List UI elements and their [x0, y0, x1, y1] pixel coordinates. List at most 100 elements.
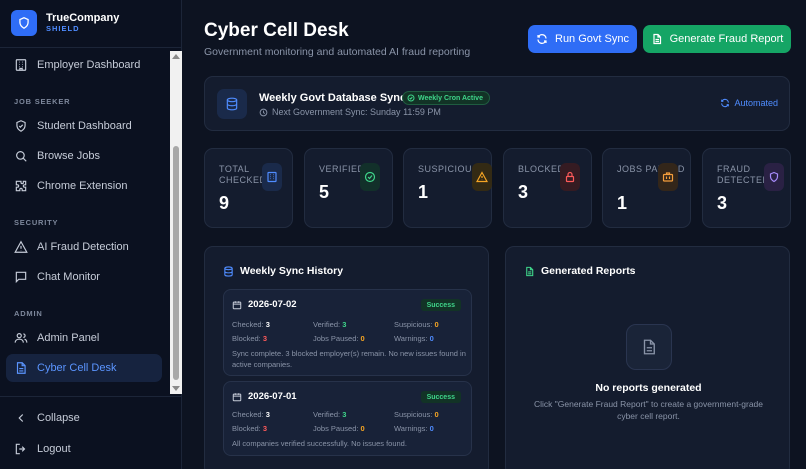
sync-title: Weekly Govt Database Sync [259, 92, 407, 104]
metric-value: 0 [434, 410, 439, 419]
document-icon [626, 324, 672, 370]
sidebar-item-label: Browse Jobs [37, 150, 100, 162]
metric-value: 0 [429, 424, 434, 433]
metric-label: Warnings: [394, 424, 428, 433]
page-title: Cyber Cell Desk [204, 20, 349, 41]
stat-blocked: BLOCKED 3 [503, 148, 592, 228]
sidebar-item-label: Admin Panel [37, 332, 100, 344]
stat-fraud-detected: FRAUD DETECTED 3 [702, 148, 791, 228]
database-icon [224, 265, 233, 277]
generate-fraud-report-button[interactable]: Generate Fraud Report [643, 25, 791, 53]
file-icon [653, 33, 661, 45]
empty-state-title: No reports generated [595, 382, 702, 394]
chat-icon [15, 271, 27, 284]
metric-verified: Verified: 3 [313, 410, 346, 419]
metric-checked: Checked: 3 [232, 410, 270, 419]
entry-date-text: 2026-07-01 [248, 391, 297, 402]
metric-label: Suspicious: [394, 320, 433, 329]
panel-title: Generated Reports [524, 265, 636, 277]
database-icon [217, 89, 247, 119]
weekly-sync-card: Weekly Govt Database Sync Weekly Cron Ac… [204, 76, 790, 131]
stat-value: 3 [518, 182, 529, 202]
sidebar-item-ai-fraud-detection[interactable]: AI Fraud Detection [6, 233, 162, 261]
logout-button[interactable]: Logout [6, 435, 162, 463]
section-admin: ADMIN [14, 309, 43, 318]
divider [0, 396, 182, 397]
metric-blocked: Blocked: 3 [232, 334, 267, 343]
shield-logo-icon [11, 10, 37, 36]
scroll-down-arrow-icon[interactable] [172, 386, 180, 391]
metric-label: Blocked: [232, 334, 261, 343]
scroll-up-arrow-icon[interactable] [172, 54, 180, 59]
automated-label: Automated [734, 98, 778, 108]
metric-value: 3 [265, 320, 270, 329]
metric-warnings: Warnings: 0 [394, 424, 434, 433]
metric-label: Checked: [232, 410, 264, 419]
stat-value: 3 [717, 193, 728, 213]
sidebar-item-employer-dashboard[interactable]: Employer Dashboard [6, 51, 162, 79]
chevron-left-icon [18, 414, 24, 422]
sync-history-entry[interactable]: 2026-07-01 Success Checked: 3 Verified: … [223, 381, 472, 456]
shield-icon [764, 163, 784, 191]
generate-fraud-report-label: Generate Fraud Report [669, 33, 784, 45]
lock-icon [560, 163, 580, 191]
metric-jobs-paused: Jobs Paused: 0 [313, 334, 365, 343]
metric-suspicious: Suspicious: 0 [394, 320, 439, 329]
metric-suspicious: Suspicious: 0 [394, 410, 439, 419]
calendar-icon [232, 300, 242, 309]
metric-verified: Verified: 3 [313, 320, 346, 329]
building-icon [262, 163, 282, 191]
sidebar-item-chat-monitor[interactable]: Chat Monitor [6, 263, 162, 291]
check-circle-icon [407, 94, 415, 102]
warning-icon [14, 240, 28, 253]
metric-jobs-paused: Jobs Paused: 0 [313, 424, 365, 433]
collapse-button[interactable]: Collapse [6, 404, 162, 432]
sidebar-item-admin-panel[interactable]: Admin Panel [6, 324, 162, 352]
stat-suspicious: SUSPICIOUS 1 [403, 148, 492, 228]
metric-label: Verified: [313, 410, 341, 419]
sidebar-item-cyber-cell-desk[interactable]: Cyber Cell Desk [6, 354, 162, 382]
next-sync-text: Next Government Sync: Sunday 11:59 PM [272, 107, 441, 117]
metric-value: 3 [265, 410, 270, 419]
stat-verified: VERIFIED 5 [304, 148, 393, 228]
metric-value: 3 [262, 424, 268, 433]
metric-label: Blocked: [232, 424, 261, 433]
run-govt-sync-button[interactable]: Run Govt Sync [528, 25, 637, 53]
scroll-thumb[interactable] [173, 146, 179, 380]
sidebar-scrollbar[interactable] [170, 51, 182, 394]
empty-state-description: Click "Generate Fraud Report" to create … [533, 399, 764, 421]
sidebar-item-chrome-extension[interactable]: Chrome Extension [6, 172, 162, 200]
stat-value: 9 [219, 193, 230, 213]
panel-title-text: Generated Reports [541, 265, 636, 277]
file-icon [16, 362, 26, 374]
building-icon [15, 59, 27, 71]
entry-note: All companies verified successfully. No … [232, 439, 407, 448]
sidebar-item-label: Chrome Extension [37, 180, 128, 192]
logout-label: Logout [37, 443, 71, 455]
metric-label: Verified: [313, 320, 341, 329]
sidebar-item-label: Chat Monitor [37, 271, 100, 283]
check-circle-icon [360, 163, 380, 191]
metric-value: 0 [434, 320, 439, 329]
section-security: SECURITY [14, 218, 59, 227]
metric-value: 3 [342, 320, 347, 329]
weekly-sync-history-panel: Weekly Sync History 2026-07-02 Success C… [204, 246, 489, 469]
panel-title: Weekly Sync History [223, 265, 343, 277]
sidebar-item-browse-jobs[interactable]: Browse Jobs [6, 142, 162, 170]
status-badge: Success [420, 391, 461, 403]
cron-status-badge: Weekly Cron Active [402, 91, 490, 105]
refresh-icon [537, 34, 547, 44]
search-icon [16, 151, 27, 162]
entry-date: 2026-07-01 [232, 391, 297, 402]
panel-title-text: Weekly Sync History [240, 265, 344, 277]
generated-reports-panel: Generated Reports No reports generated C… [505, 246, 790, 469]
warning-icon [472, 163, 492, 191]
brand[interactable]: TrueCompany SHIELD [11, 10, 119, 36]
sidebar-item-student-dashboard[interactable]: Student Dashboard [6, 112, 162, 140]
clock-icon [259, 108, 268, 116]
collapse-label: Collapse [37, 412, 80, 424]
sync-history-entry[interactable]: 2026-07-02 Success Checked: 3 Verified: … [223, 289, 472, 376]
metric-label: Jobs Paused: [313, 424, 359, 433]
brand-name: TrueCompany [46, 12, 120, 24]
metric-value: 0 [360, 424, 365, 433]
